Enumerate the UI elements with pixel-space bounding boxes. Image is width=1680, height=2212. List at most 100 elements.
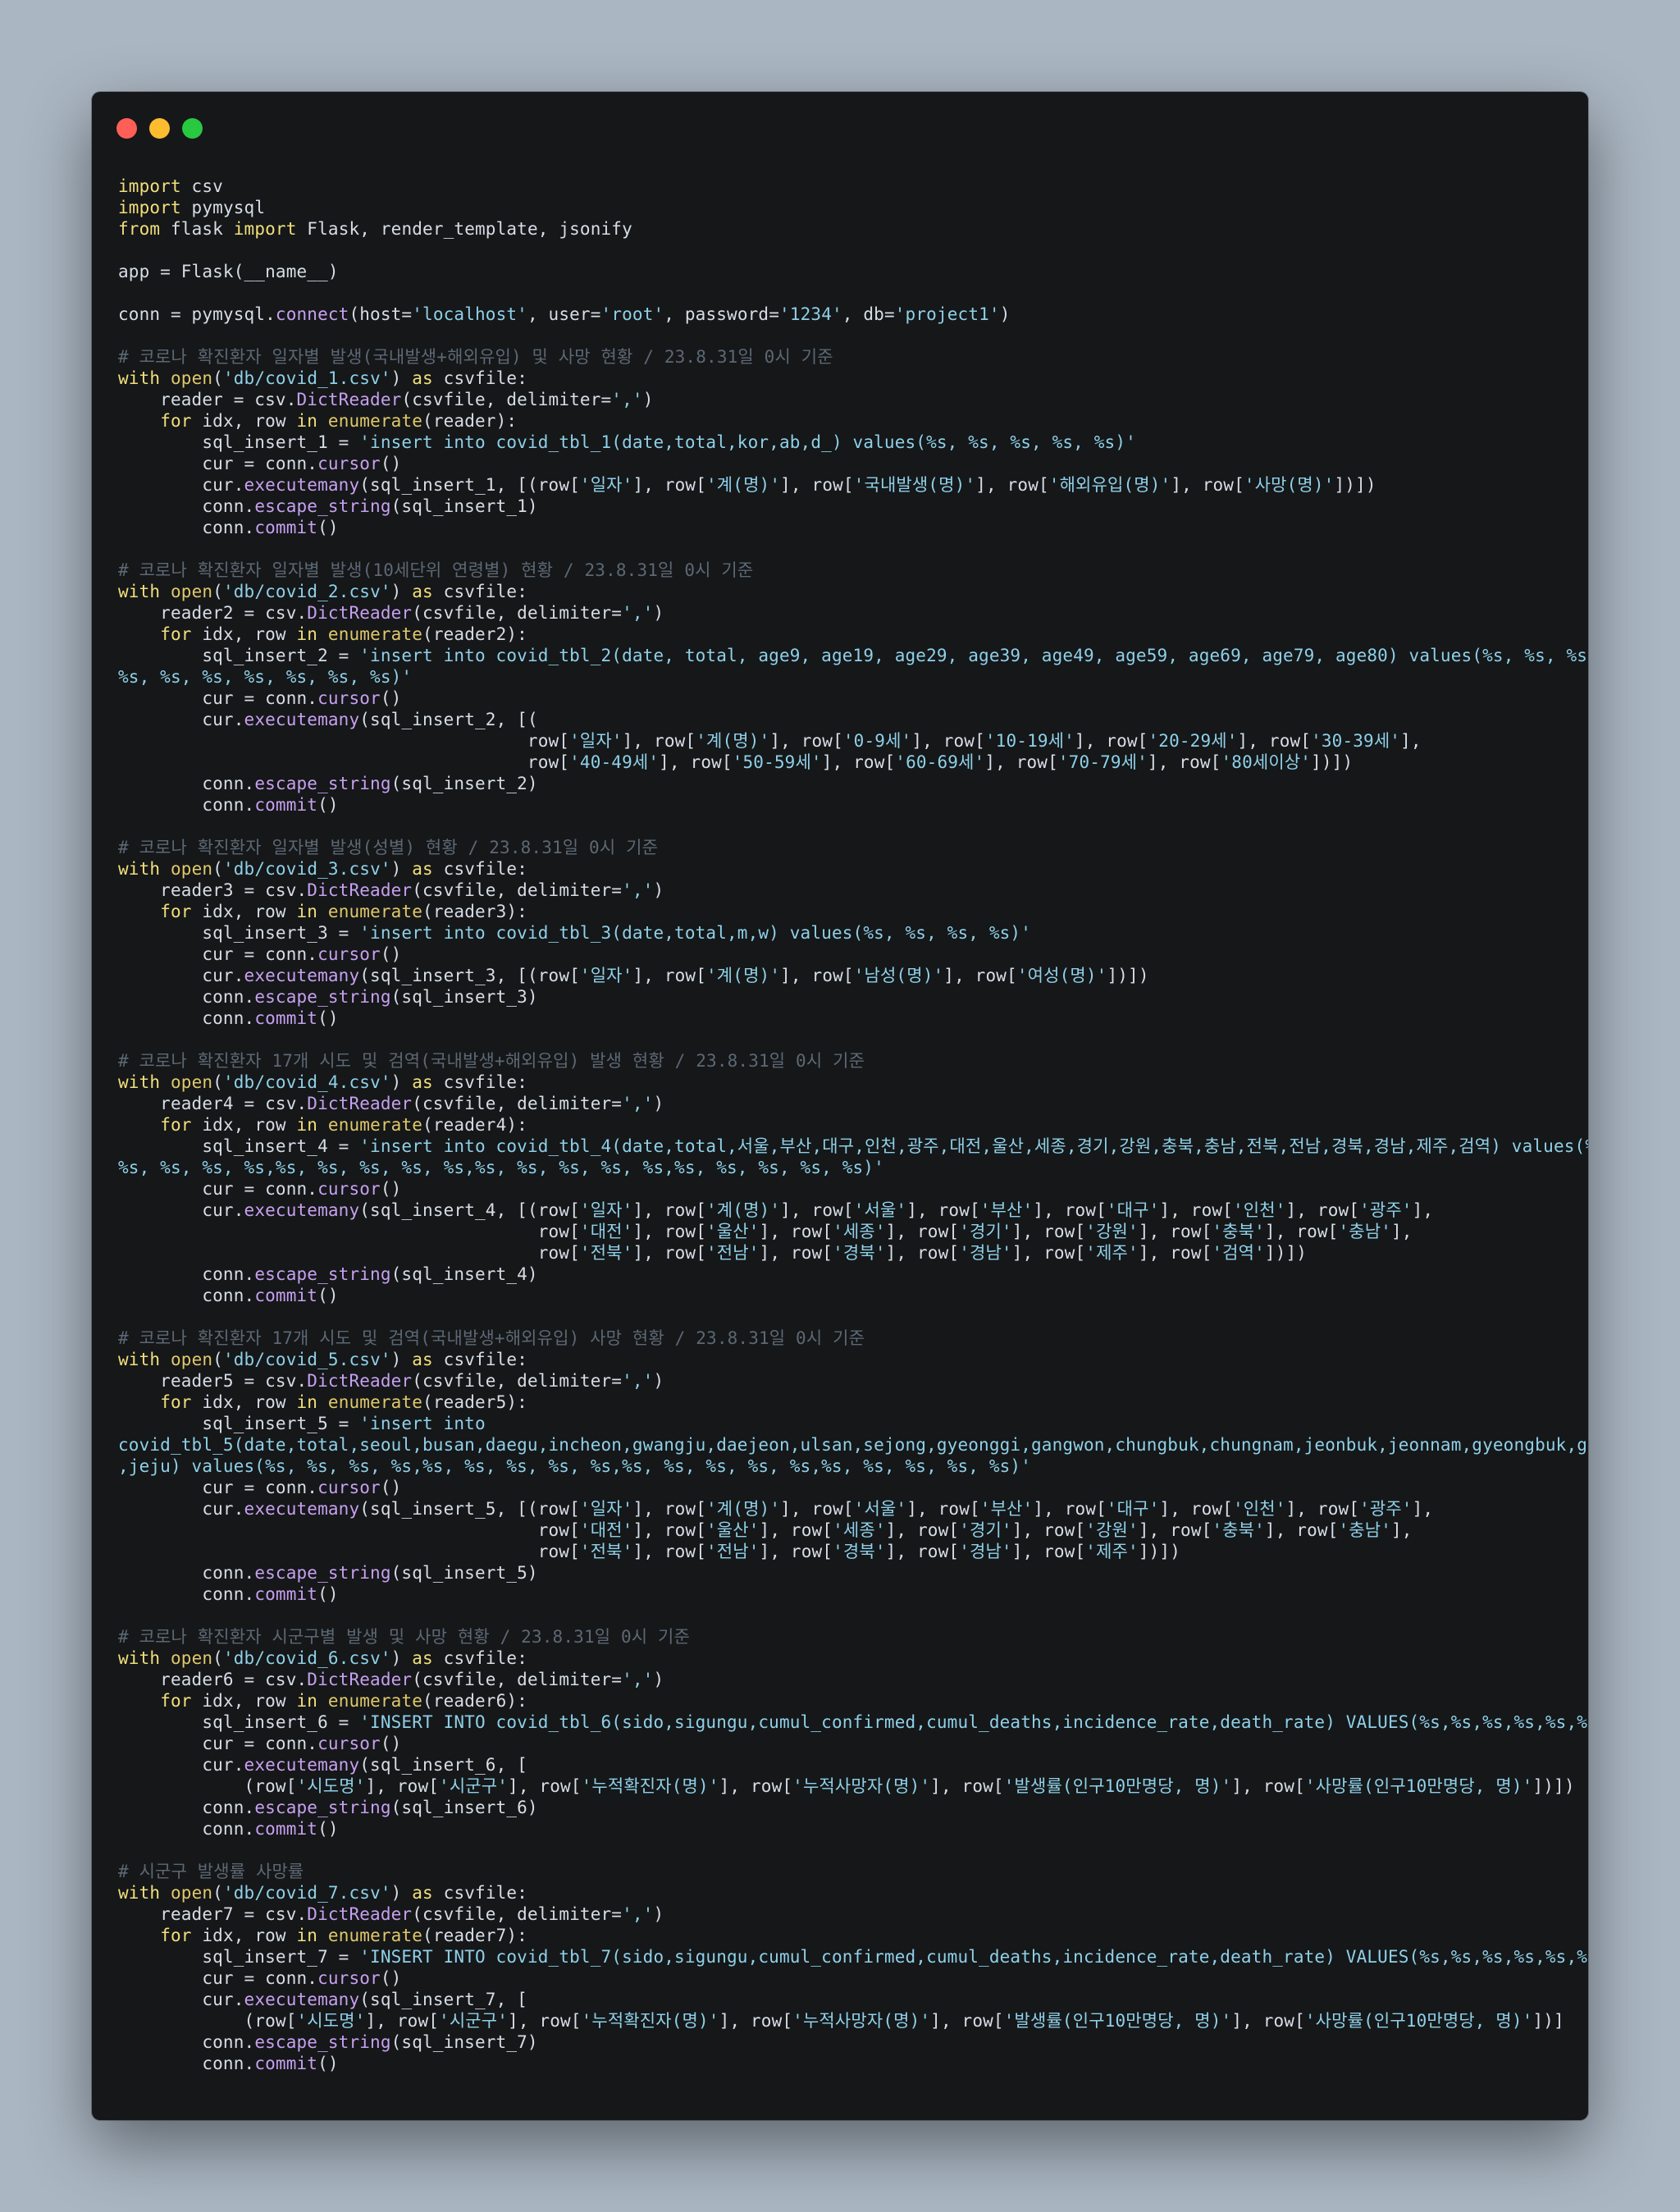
code-token: ) (653, 603, 664, 623)
code-line: row['대전'], row['울산'], row['세종'], row['경기… (118, 1520, 1586, 1541)
code-token: , password= (664, 304, 780, 324)
code-token: conn. (118, 1008, 255, 1028)
code-token: open (170, 1883, 213, 1903)
code-token: conn = pymysql. (118, 304, 276, 324)
code-token: ) (390, 1350, 413, 1369)
code-token: # 코로나 확진환자 일자별 발생(국내발생+해외유입) 및 사망 현황 / 2… (118, 347, 833, 367)
code-token: DictReader (307, 880, 413, 900)
code-token: ], row[ (1138, 1520, 1212, 1540)
code-token: open (170, 1072, 213, 1092)
code-line: conn.commit() (118, 1008, 1586, 1029)
code-token: (sql_insert_7) (390, 2032, 538, 2052)
code-token: ], row[ (1138, 1243, 1212, 1263)
code-token: commit (254, 1286, 318, 1305)
code-token: ], row[ (930, 1776, 1004, 1796)
code-token: ], row[ (975, 475, 1049, 495)
code-token: ], row[ (719, 1776, 793, 1796)
code-line: (row['시도명'], row['시군구'], row['누적확진자(명)']… (118, 1776, 1586, 1797)
code-token: ], row[ (759, 1542, 833, 1561)
code-token: ], (1412, 1499, 1434, 1519)
code-token: '대구' (1106, 1200, 1160, 1220)
code-token: cur. (118, 1990, 244, 2009)
code-token: '부산' (979, 1200, 1034, 1220)
code-token: '인천' (1232, 1499, 1286, 1519)
code-token: '국내발생(명)' (853, 475, 976, 495)
minimize-dot[interactable] (149, 118, 170, 139)
code-token: '시군구' (439, 1776, 509, 1796)
code-token: # 코로나 확진환자 17개 시도 및 검역(국내발생+해외유입) 발생 현황 … (118, 1051, 865, 1071)
code-token: escape_string (254, 2032, 391, 2052)
close-dot[interactable] (116, 118, 137, 139)
code-token: (sql_insert_3) (390, 987, 538, 1007)
code-token: executemany (244, 966, 360, 985)
code-line: reader5 = csv.DictReader(csvfile, delimi… (118, 1370, 1586, 1392)
code-token: csv (180, 176, 223, 196)
maximize-dot[interactable] (182, 118, 203, 139)
code-token: for (160, 1926, 192, 1945)
code-line: # 코로나 확진환자 17개 시도 및 검역(국내발생+해외유입) 발생 현황 … (118, 1050, 1586, 1072)
code-token: ( (212, 1883, 223, 1903)
code-token: enumerate (327, 1115, 423, 1135)
code-token: '충남' (1338, 1520, 1391, 1540)
code-token: ) (653, 880, 664, 900)
code-token: enumerate (327, 624, 423, 644)
code-token: ], row[ (632, 1542, 706, 1561)
code-token: escape_string (254, 1264, 391, 1284)
code-line: with open('db/covid_2.csv') as csvfile: (118, 581, 1586, 602)
code-token: conn. (118, 1264, 255, 1284)
code-token: cursor (317, 1478, 381, 1497)
code-token: '남성(명)' (853, 966, 944, 985)
code-token: sql_insert_6 = (118, 1712, 360, 1732)
code-token: '발생률(인구10만명당, 명)' (1003, 2011, 1232, 2031)
code-token: ], row[ (659, 752, 733, 772)
code-token: for (160, 411, 192, 431)
code-token: conn. (118, 518, 255, 537)
code-token: cursor (317, 1179, 381, 1199)
code-token: cur = conn. (118, 688, 318, 708)
code-token: sql_insert_3 = (118, 923, 360, 943)
code-token: '서울' (853, 1200, 907, 1220)
code-token: (sql_insert_1, [(row[ (359, 475, 580, 495)
code-token: '경남' (959, 1542, 1012, 1561)
code-token: # 시군구 발생률 사망률 (118, 1862, 304, 1881)
code-token: cur. (118, 475, 244, 495)
code-token: ( (212, 1648, 223, 1668)
code-token: ], (1400, 731, 1422, 751)
code-token: reader4 = csv. (118, 1094, 308, 1113)
code-line: for idx, row in enumerate(reader6): (118, 1690, 1586, 1712)
code-token: '시군구' (439, 2011, 509, 2031)
code-token: ], row[ (632, 1200, 707, 1220)
code-token: '전남' (706, 1243, 760, 1263)
code-token: with (118, 1350, 161, 1369)
code-token: import (233, 219, 297, 239)
code-token: ) (390, 1648, 413, 1668)
code-token: '일자' (579, 1499, 633, 1519)
code-line: conn.escape_string(sql_insert_1) (118, 496, 1586, 517)
code-token: app = Flask(__name__) (118, 262, 339, 281)
code-token: '경북' (833, 1243, 886, 1263)
code-token: from (118, 219, 161, 239)
code-token: row[ (118, 1243, 580, 1263)
code-token: conn. (118, 1819, 255, 1839)
code-token: '일자' (579, 1200, 633, 1220)
code-token: as (412, 1350, 433, 1369)
code-line: # 코로나 확진환자 일자별 발생(성별) 현황 / 23.8.31일 0시 기… (118, 837, 1586, 858)
code-token: cursor (317, 688, 381, 708)
code-window: import csv import pymysql from flask impor… (92, 92, 1588, 2120)
code-token: csvfile: (432, 368, 527, 388)
code-token: 'insert into covid_tbl_3(date,total,m,w)… (359, 923, 1032, 943)
code-line: cur.executemany(sql_insert_4, [(row['일자'… (118, 1200, 1586, 1221)
code-line: conn.commit() (118, 2053, 1586, 2074)
code-token: with (118, 1883, 161, 1903)
code-token: '누적사망자(명)' (792, 1776, 931, 1796)
code-line: sql_insert_3 = 'insert into covid_tbl_3(… (118, 922, 1586, 944)
code-token: for (160, 902, 192, 921)
code-token: '1234' (779, 304, 842, 324)
code-token: (sql_insert_6) (390, 1798, 538, 1817)
code-token: ], row[ (759, 1222, 833, 1241)
